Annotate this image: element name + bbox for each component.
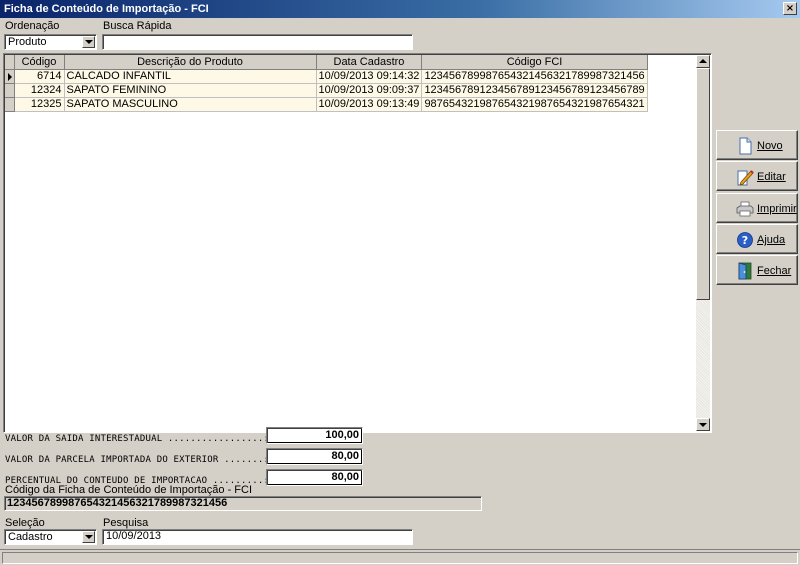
pesquisa-input[interactable]: 10/09/2013 <box>102 529 413 545</box>
cell-fci[interactable]: 987654321987654321987654321987654321 <box>421 97 648 112</box>
status-pane <box>2 552 798 564</box>
ordenacao-select[interactable]: Produto <box>4 34 97 50</box>
product-grid[interactable]: Código Descrição do Produto Data Cadastr… <box>3 53 712 433</box>
cell-descricao[interactable]: CALCADO INFANTIL <box>64 69 317 84</box>
editar-button[interactable]: Editar <box>716 161 798 191</box>
selecao-select[interactable]: Cadastro <box>4 529 97 545</box>
editar-label: Editar <box>757 171 786 183</box>
table-row[interactable]: 12324 SAPATO FEMININO 10/09/2013 09:09:3… <box>5 83 648 98</box>
parcela-label: VALOR DA PARCELA IMPORTADA DO EXTERIOR .… <box>5 455 270 465</box>
busca-input[interactable] <box>102 34 413 50</box>
percentual-value-field[interactable]: 80,00 <box>266 469 363 486</box>
ordenacao-label: Ordenação <box>5 20 60 32</box>
title-bar: Ficha de Conteúdo de Importação - FCI × <box>0 0 800 18</box>
current-row-arrow-icon <box>8 72 12 81</box>
chevron-down-icon[interactable] <box>82 531 95 543</box>
pesquisa-label: Pesquisa <box>103 517 149 529</box>
novo-label: Novo <box>757 140 783 152</box>
edit-pencil-icon <box>737 170 754 186</box>
col-header-codigo[interactable]: Código <box>14 55 65 70</box>
new-document-icon <box>739 137 752 155</box>
printer-icon <box>736 201 754 217</box>
help-icon: ? <box>737 232 753 248</box>
col-header-data[interactable]: Data Cadastro <box>316 55 423 70</box>
table-row[interactable]: 12325 SAPATO MASCULINO 10/09/2013 09:13:… <box>5 97 648 112</box>
ajuda-button[interactable]: ? Ajuda <box>716 224 798 254</box>
close-icon: × <box>785 3 795 14</box>
vertical-scrollbar[interactable] <box>696 55 710 431</box>
svg-text:?: ? <box>742 234 748 247</box>
scroll-up-icon[interactable] <box>696 55 710 68</box>
fechar-button[interactable]: Fechar <box>716 255 798 285</box>
chevron-down-icon[interactable] <box>82 36 95 48</box>
fechar-label: Fechar <box>757 265 792 277</box>
imprimir-label: Imprimir <box>757 203 797 215</box>
cell-descricao[interactable]: SAPATO FEMININO <box>64 83 317 98</box>
cell-fci[interactable]: 123456789123456789123456789123456789 <box>421 83 648 98</box>
product-table: Código Descrição do Produto Data Cadastr… <box>5 55 648 112</box>
cell-codigo[interactable]: 6714 <box>14 69 65 84</box>
row-indicator <box>5 97 15 112</box>
table-header-row: Código Descrição do Produto Data Cadastr… <box>5 55 648 70</box>
selecao-value: Cadastro <box>8 531 53 543</box>
cell-data[interactable]: 10/09/2013 09:09:37 <box>316 83 423 98</box>
row-indicator <box>5 83 15 98</box>
window-title: Ficha de Conteúdo de Importação - FCI <box>4 3 209 15</box>
saida-label: VALOR DA SAIDA INTERESTADUAL ...........… <box>5 434 270 444</box>
cell-codigo[interactable]: 12324 <box>14 83 65 98</box>
col-header-descricao[interactable]: Descrição do Produto <box>64 55 317 70</box>
row-indicator <box>5 69 15 84</box>
imprimir-button[interactable]: Imprimir <box>716 193 798 223</box>
parcela-value-field[interactable]: 80,00 <box>266 448 363 465</box>
status-bar <box>0 549 800 565</box>
scroll-down-icon[interactable] <box>696 418 710 431</box>
cell-descricao[interactable]: SAPATO MASCULINO <box>64 97 317 112</box>
fci-code-label: Código da Ficha de Conteúdo de Importaçã… <box>5 484 253 496</box>
selecao-label: Seleção <box>5 517 45 529</box>
cell-data[interactable]: 10/09/2013 09:13:49 <box>316 97 423 112</box>
col-header-fci[interactable]: Código FCI <box>421 55 648 70</box>
busca-label: Busca Rápida <box>103 20 172 32</box>
cell-fci[interactable]: 12345678998765432145632178998732145​6 <box>421 69 648 84</box>
scroll-thumb[interactable] <box>696 68 710 300</box>
ordenacao-value: Produto <box>8 36 47 48</box>
cell-codigo[interactable]: 12325 <box>14 97 65 112</box>
indicator-header <box>5 55 15 70</box>
novo-button[interactable]: Novo <box>716 130 798 160</box>
table-row[interactable]: 6714 CALCADO INFANTIL 10/09/2013 09:14:3… <box>5 69 648 84</box>
ajuda-label: Ajuda <box>757 234 786 246</box>
close-button[interactable]: × <box>783 2 797 15</box>
fci-code-field: 123456789987654321456321789987321456 <box>4 496 482 511</box>
cell-data[interactable]: 10/09/2013 09:14:32 <box>316 69 423 84</box>
exit-door-icon <box>738 262 752 280</box>
saida-value-field[interactable]: 100,00 <box>266 427 363 444</box>
